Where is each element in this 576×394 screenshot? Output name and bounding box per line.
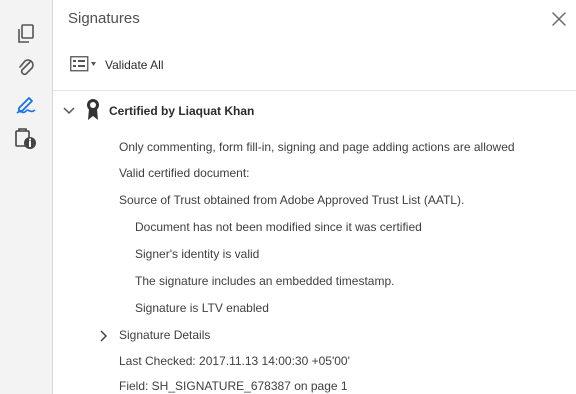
pages-icon[interactable]: [9, 19, 43, 49]
left-tool-rail: [0, 0, 53, 394]
close-icon[interactable]: [548, 8, 570, 30]
options-menu-icon[interactable]: [70, 56, 100, 77]
ltv-text: Signature is LTV enabled: [135, 301, 269, 315]
chevron-right-icon[interactable]: [100, 329, 108, 347]
signature-details-toggle[interactable]: Signature Details: [119, 328, 210, 342]
toolbar-divider: [53, 90, 576, 91]
attachment-icon[interactable]: [9, 53, 43, 83]
signature-name[interactable]: Certified by Liaquat Khan: [109, 104, 254, 118]
timestamp-text: The signature includes an embedded times…: [135, 274, 395, 288]
last-checked-text: Last Checked: 2017.11.13 14:00:30 +05'00…: [119, 354, 350, 368]
validate-all-button[interactable]: Validate All: [105, 58, 163, 72]
signatures-panel: Signatures Validate All Certified by Lia…: [53, 0, 576, 394]
not-modified-text: Document has not been modified since it …: [135, 220, 422, 234]
trust-source-text: Source of Trust obtained from Adobe Appr…: [119, 193, 465, 207]
chevron-down-icon[interactable]: [63, 103, 75, 121]
identity-valid-text: Signer's identity is valid: [135, 247, 260, 261]
panel-title: Signatures: [68, 10, 140, 27]
field-text: Field: SH_SIGNATURE_678387 on page 1: [119, 379, 348, 393]
valid-cert-text: Valid certified document:: [119, 166, 250, 180]
signature-icon[interactable]: [9, 89, 43, 119]
security-lock-icon[interactable]: [9, 124, 43, 154]
permissions-text: Only commenting, form fill-in, signing a…: [119, 140, 515, 154]
certificate-ribbon-icon: [85, 98, 101, 127]
